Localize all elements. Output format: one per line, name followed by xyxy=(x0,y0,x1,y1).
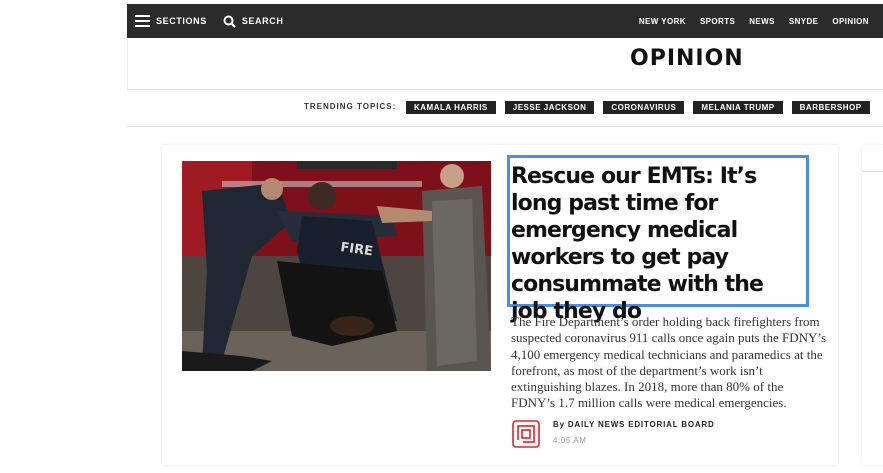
daily-news-logo-icon xyxy=(512,420,540,448)
nav-link-news[interactable]: NEWS xyxy=(749,17,775,26)
search-icon xyxy=(223,15,236,28)
article-headline[interactable]: Rescue our EMTs: It’s long past time for… xyxy=(511,163,801,325)
nav-link-sports[interactable]: SPORTS xyxy=(700,17,735,26)
topic-kamala-harris[interactable]: KAMALA HARRIS xyxy=(406,101,496,114)
next-article-card-edge xyxy=(862,145,883,465)
article-summary: The Fire Department’s order holding back… xyxy=(511,314,827,411)
topic-coronavirus[interactable]: CORONAVIRUS xyxy=(603,101,685,114)
sections-label: SECTIONS xyxy=(156,16,207,26)
nav-link-new-york[interactable]: NEW YORK xyxy=(639,17,686,26)
topic-barbershop[interactable]: BARBERSHOP xyxy=(791,101,870,114)
article-photo[interactable]: FIRE xyxy=(182,161,491,371)
topic-melania-trump[interactable]: MELANIA TRUMP xyxy=(693,101,783,114)
trending-topics-bar: TRENDING TOPICS: KAMALA HARRIS JESSE JAC… xyxy=(127,89,883,127)
sections-button[interactable]: SECTIONS xyxy=(135,15,207,27)
nav-left: SECTIONS SEARCH xyxy=(135,4,283,38)
page-title: OPINION xyxy=(630,46,744,71)
section-header: OPINION xyxy=(127,38,883,89)
article-byline[interactable]: By DAILY NEWS EDITORIAL BOARD xyxy=(553,420,715,429)
emt-scene-image: FIRE xyxy=(182,161,491,371)
hamburger-icon xyxy=(135,15,150,27)
nav-links: NEW YORK SPORTS NEWS SNYDE OPINION xyxy=(639,4,883,38)
trending-topics-list: KAMALA HARRIS JESSE JACKSON CORONAVIRUS … xyxy=(406,101,870,114)
search-button[interactable]: SEARCH xyxy=(223,15,284,28)
nav-link-snyde[interactable]: SNYDE xyxy=(789,17,819,26)
topic-jesse-jackson[interactable]: JESSE JACKSON xyxy=(504,101,595,114)
search-label: SEARCH xyxy=(241,16,284,26)
trending-label: TRENDING TOPICS: xyxy=(304,102,397,111)
top-nav-bar: SECTIONS SEARCH NEW YORK SPORTS NEWS SNY… xyxy=(127,4,883,38)
nav-link-opinion[interactable]: OPINION xyxy=(832,17,869,26)
article-timestamp: 4:05 AM xyxy=(553,436,587,445)
